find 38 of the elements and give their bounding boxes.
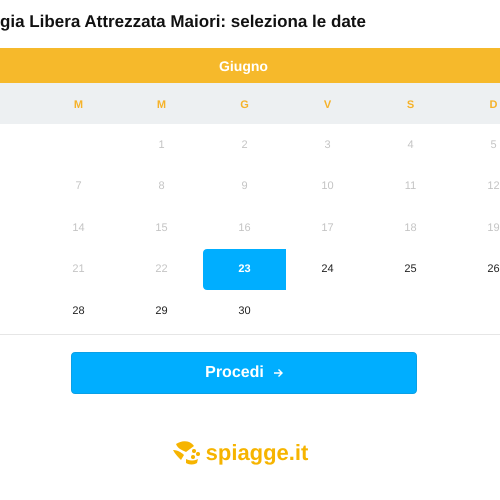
- calendar-date[interactable]: 18: [369, 207, 452, 248]
- calendar-date[interactable]: 8: [120, 166, 203, 207]
- calendar-date[interactable]: 14: [37, 207, 120, 248]
- calendar-date[interactable]: 25: [369, 248, 452, 290]
- logo-icon: [172, 440, 202, 466]
- selected-date[interactable]: 23: [203, 248, 286, 290]
- calendar-date[interactable]: 4: [369, 124, 452, 166]
- calendar-date[interactable]: 28: [37, 290, 120, 332]
- weekday-label: D: [490, 98, 498, 110]
- calendar-date[interactable]: 12: [452, 166, 500, 207]
- calendar-date[interactable]: 24: [286, 248, 369, 290]
- calendar-date[interactable]: 15: [120, 207, 203, 248]
- calendar-date[interactable]: 17: [286, 207, 369, 248]
- calendar-date[interactable]: 30: [203, 290, 286, 332]
- calendar-date[interactable]: 3: [286, 124, 369, 166]
- calendar-date[interactable]: 19: [452, 207, 500, 248]
- calendar-date[interactable]: 21: [37, 248, 120, 290]
- proceed-button[interactable]: Procedi: [71, 352, 417, 394]
- month-name: Giugno: [219, 58, 268, 74]
- weekday-label: G: [240, 98, 249, 110]
- weekday-label: V: [324, 98, 332, 110]
- calendar-date[interactable]: 11: [369, 166, 452, 207]
- page-title: gia Libera Attrezzata Maiori: seleziona le date: [0, 11, 367, 33]
- calendar-date[interactable]: 7: [37, 166, 120, 207]
- weekday-label: S: [406, 98, 414, 110]
- calendar-date[interactable]: 10: [286, 166, 369, 207]
- calendar-date[interactable]: 16: [203, 207, 286, 248]
- calendar-date[interactable]: 2: [203, 124, 286, 166]
- calendar-date[interactable]: 22: [120, 248, 203, 290]
- logo-text: spiagge.it: [206, 440, 308, 466]
- calendar-date[interactable]: 9: [203, 166, 286, 207]
- arrow-right-icon: [272, 368, 283, 378]
- calendar-date[interactable]: 29: [120, 290, 203, 332]
- weekday-label: M: [156, 98, 166, 110]
- calendar-date[interactable]: 26: [452, 248, 500, 290]
- weekday-label: M: [74, 98, 84, 110]
- calendar-date[interactable]: 5: [452, 124, 500, 166]
- calendar-date[interactable]: 1: [120, 124, 203, 166]
